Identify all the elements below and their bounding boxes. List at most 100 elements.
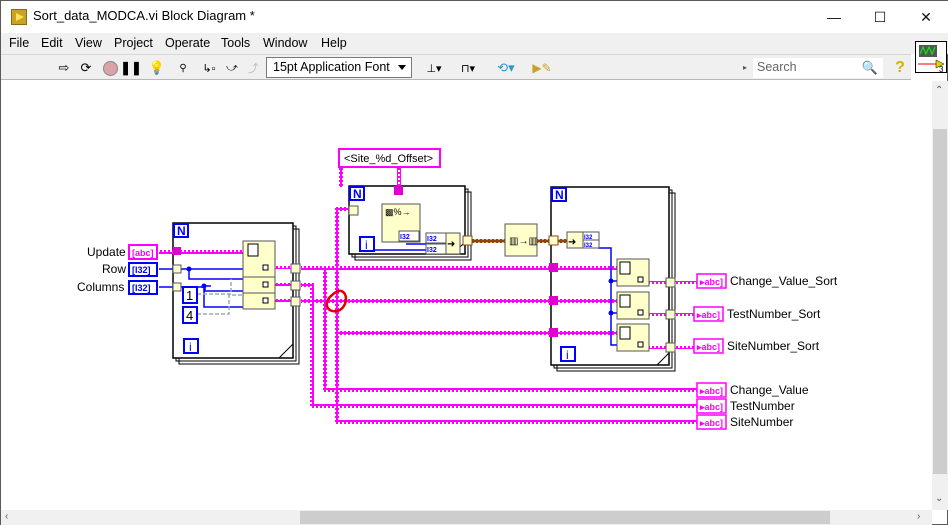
svg-text:i: i	[365, 238, 368, 252]
index-array-node[interactable]	[616, 291, 650, 320]
svg-text:▸abc]: ▸abc]	[696, 342, 720, 352]
step-into-icon[interactable]: ↳▫	[200, 59, 218, 77]
toolbar: ⇨ ⟳ ❚❚ 💡 ⚲ ↳▫ ⤻ ⤴ 15pt Application Font …	[1, 54, 911, 80]
menu-bar: File Edit View Project Operate Tools Win…	[1, 33, 948, 54]
svg-text:[I32]: [I32]	[132, 265, 151, 275]
scan-from-string-node[interactable]: ▩%→ I32	[381, 203, 421, 243]
loop2-index-terminal[interactable]: i	[359, 236, 375, 252]
svg-text:▸abc]: ▸abc]	[699, 418, 723, 428]
constant-4[interactable]: 4	[182, 306, 198, 324]
vi-icon[interactable]: 3	[915, 41, 947, 74]
sort-1d-array-node[interactable]: ▥→▥	[504, 223, 538, 257]
run-arrow-icon[interactable]: ⇨	[55, 59, 73, 77]
loop3-tunnel	[549, 296, 558, 305]
loop3-count-terminal[interactable]: N	[551, 187, 567, 202]
sitenumber-indicator[interactable]: ▸abc]	[696, 414, 727, 430]
horizontal-scroll-thumb[interactable]	[300, 511, 830, 524]
svg-text:i: i	[189, 340, 192, 354]
loop1-out-tunnel	[290, 280, 301, 291]
change-value-sort-indicator[interactable]: ▸abc]	[696, 273, 727, 289]
retain-wire-values-icon[interactable]: ⚲	[174, 59, 192, 77]
menu-file[interactable]: File	[9, 36, 29, 50]
svg-text:i: i	[566, 348, 569, 362]
vi-icon-graphic: 3	[918, 45, 945, 74]
vertical-scroll-thumb[interactable]	[933, 129, 947, 474]
highlight-execution-icon[interactable]: 💡	[148, 59, 166, 77]
step-over-icon[interactable]: ⤻	[223, 59, 241, 77]
svg-text:N: N	[177, 224, 186, 238]
step-out-icon[interactable]: ⤴	[244, 59, 262, 77]
update-control-terminal[interactable]: [abc]	[128, 244, 158, 260]
svg-text:I32: I32	[427, 247, 437, 254]
horizontal-scrollbar[interactable]: ‹ ›	[1, 510, 932, 525]
reorder-icon[interactable]: ⟲▾	[493, 59, 519, 77]
run-continuously-icon[interactable]: ⟳	[77, 59, 95, 77]
spreadsheet-string-to-array-node[interactable]	[242, 240, 276, 310]
change-value-label: Change_Value	[730, 383, 809, 397]
diagram-wires: N i N i N i [abc] [I32] [I32] 1 4 <Site_…	[128, 148, 727, 430]
cluster-wire	[471, 239, 505, 243]
menu-operate[interactable]: Operate	[165, 36, 210, 50]
testnumber-sort-indicator[interactable]: ▸abc]	[693, 306, 724, 322]
testnumber-indicator[interactable]: ▸abc]	[696, 398, 727, 414]
change-value-indicator[interactable]: ▸abc]	[696, 382, 727, 398]
sitenumber-sort-label: SiteNumber_Sort	[727, 339, 820, 353]
pause-icon[interactable]: ❚❚	[120, 59, 142, 77]
for-loop-3[interactable]	[550, 186, 676, 372]
svg-text:I32: I32	[427, 236, 437, 243]
wire-junction	[608, 310, 614, 316]
scroll-down-icon[interactable]: ⌄	[935, 493, 943, 504]
menu-help[interactable]: Help	[321, 36, 347, 50]
svg-text:▥→▥: ▥→▥	[509, 236, 538, 247]
loop2-in-tunnel	[348, 205, 359, 216]
cleanup-diagram-icon[interactable]: ▶✎	[529, 59, 555, 77]
constant-1[interactable]: 1	[182, 286, 198, 304]
menu-project[interactable]: Project	[114, 36, 153, 50]
row-control-terminal[interactable]: [I32]	[128, 262, 158, 277]
distribute-objects-icon[interactable]: ⊓▾	[455, 59, 481, 77]
align-objects-icon[interactable]: ⊥▾	[421, 59, 447, 77]
vertical-scrollbar[interactable]: ⌃ ⌄	[932, 81, 948, 510]
unbundle-node[interactable]: ➜ I32 I32	[566, 231, 600, 249]
menu-view[interactable]: View	[75, 36, 102, 50]
scroll-right-icon[interactable]: ›	[917, 511, 920, 522]
svg-text:▸abc]: ▸abc]	[699, 402, 723, 412]
search-icon[interactable]: 🔍	[861, 59, 879, 77]
testnumber-label: TestNumber	[730, 399, 795, 413]
loop2-out-tunnel	[462, 235, 473, 246]
maximize-button[interactable]: ☐	[857, 1, 903, 33]
help-icon[interactable]: ?	[891, 59, 909, 77]
index-array-node[interactable]	[616, 323, 650, 352]
loop1-count-terminal[interactable]: N	[173, 223, 189, 238]
title-bar: Sort_data_MODCA.vi Block Diagram * — ☐ ✕	[1, 1, 948, 33]
minimize-button[interactable]: —	[811, 1, 857, 33]
svg-text:▸abc]: ▸abc]	[696, 310, 720, 320]
columns-control-terminal[interactable]: [I32]	[128, 280, 158, 295]
block-diagram-canvas[interactable]: N i N i N i [abc] [I32] [I32] 1 4 <Site_…	[1, 81, 932, 510]
sitenumber-label: SiteNumber	[730, 415, 794, 429]
abort-icon[interactable]	[101, 59, 119, 77]
close-button[interactable]: ✕	[903, 1, 948, 33]
menu-tools[interactable]: Tools	[221, 36, 250, 50]
loop1-index-terminal[interactable]: i	[183, 338, 199, 354]
font-select[interactable]: 15pt Application Font	[266, 57, 412, 78]
svg-text:I32: I32	[400, 234, 410, 241]
chevron-down-icon	[398, 65, 406, 70]
format-string-constant[interactable]: <Site_%d_Offset>	[338, 148, 441, 168]
scroll-left-icon[interactable]: ‹	[5, 511, 8, 522]
bundle-node[interactable]: I32 I32 ➜	[425, 232, 461, 255]
svg-text:➜: ➜	[568, 237, 576, 248]
menu-edit[interactable]: Edit	[41, 36, 63, 50]
search-expand-icon[interactable]: ▸	[743, 63, 747, 72]
index-array-node[interactable]	[616, 258, 650, 287]
svg-text:➜: ➜	[447, 239, 455, 250]
sitenumber-sort-indicator[interactable]: ▸abc]	[693, 338, 724, 354]
menu-window[interactable]: Window	[263, 36, 307, 50]
loop3-in-tunnel	[548, 235, 559, 246]
loop3-index-terminal[interactable]: i	[560, 346, 576, 362]
scroll-up-icon[interactable]: ⌃	[935, 85, 943, 96]
loop2-count-terminal[interactable]: N	[349, 186, 365, 201]
svg-text:N: N	[555, 188, 564, 202]
loop3-tunnel	[549, 263, 558, 272]
loop3-out-tunnel	[665, 342, 676, 353]
